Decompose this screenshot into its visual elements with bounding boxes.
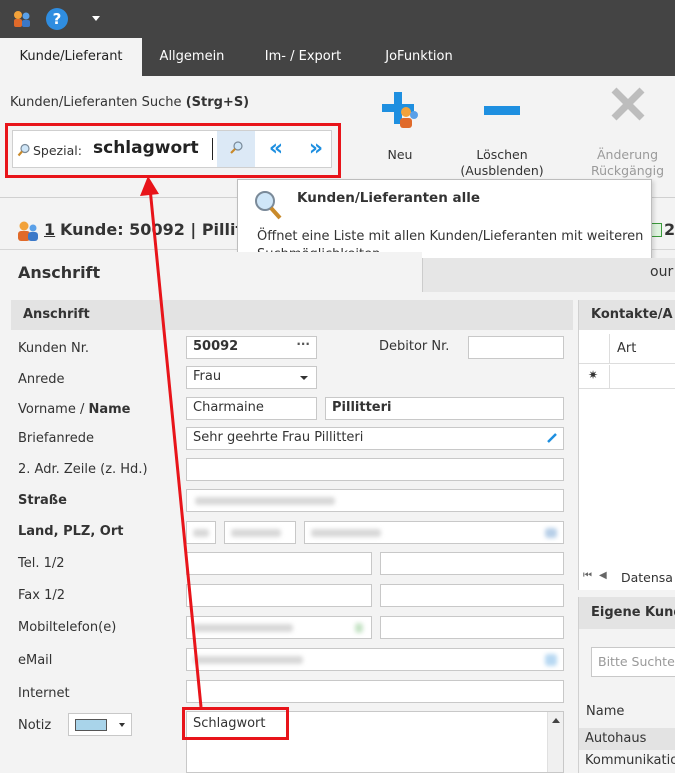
debitor-field[interactable] xyxy=(468,336,564,359)
letter-label: Briefanrede xyxy=(18,431,94,446)
country-field[interactable] xyxy=(186,521,216,544)
delete-label: Löschen (Ausblenden) xyxy=(460,147,544,178)
undo-button[interactable]: Änderung Rückgängig xyxy=(580,84,675,184)
note-color-swatch xyxy=(75,719,107,731)
section-tab-right[interactable]: our xyxy=(422,258,675,292)
group-title-anschrift: Anschrift xyxy=(11,300,573,330)
new-button[interactable]: Neu xyxy=(372,84,428,174)
section-title: Anschrift xyxy=(18,263,101,282)
name-label: Vorname / Name xyxy=(18,402,131,417)
ribbon-tabs: Kunde/Lieferant Allgemein Im- / Export J… xyxy=(0,38,675,76)
add-user-icon xyxy=(382,92,418,128)
col-art[interactable]: Art xyxy=(617,341,636,356)
own-col-name[interactable]: Name xyxy=(586,704,624,719)
fax1-field[interactable] xyxy=(186,584,372,607)
email-field[interactable] xyxy=(186,648,564,671)
section-tab-right-text: our xyxy=(650,264,674,280)
note-highlight-box xyxy=(182,707,289,740)
prev-record-icon[interactable]: ◀ xyxy=(599,570,607,581)
note-label: Notiz xyxy=(18,718,52,733)
zip-field[interactable] xyxy=(224,521,296,544)
salutation-select[interactable]: Frau xyxy=(186,366,317,389)
search-title: Kunden/Lieferanten Suche (Strg+S) xyxy=(10,95,250,110)
record-index[interactable]: 1 xyxy=(44,220,55,239)
tab-import-export[interactable]: Im- / Export xyxy=(242,38,364,76)
undo-label: Änderung Rückgängig xyxy=(590,147,665,178)
letter-value: Sehr geehrte Frau Pillitteri xyxy=(193,430,364,445)
street-field[interactable] xyxy=(186,489,564,512)
fax2-field[interactable] xyxy=(380,584,564,607)
cancel-x-icon xyxy=(611,87,645,121)
magnifier-icon xyxy=(255,191,282,220)
last-name-field[interactable]: Pillitteri xyxy=(325,397,564,420)
own-row-2-text: Kommunikatio xyxy=(585,753,675,768)
app-users-icon[interactable] xyxy=(12,9,32,29)
chevron-down-icon xyxy=(119,723,125,727)
tooltip-title: Kunden/Lieferanten alle xyxy=(297,190,481,206)
title-bar: ? xyxy=(0,0,675,38)
fax-label: Fax 1/2 xyxy=(18,588,65,603)
first-name-field[interactable]: Charmaine xyxy=(186,397,317,420)
scroll-up-icon[interactable] xyxy=(552,718,560,723)
salutation-value: Frau xyxy=(193,369,222,384)
tel1-field[interactable] xyxy=(186,552,372,575)
customer-no-value: 50092 xyxy=(193,339,239,354)
chevron-down-icon xyxy=(300,376,308,380)
mobile-label: Mobiltelefon(e) xyxy=(18,620,117,635)
record-title: Kunde: 50092 | Pillitt xyxy=(60,220,251,239)
email-label: eMail xyxy=(18,653,53,668)
mobile2-field[interactable] xyxy=(380,616,564,639)
scrollbar[interactable] xyxy=(547,712,563,772)
letter-field[interactable]: Sehr geehrte Frau Pillitteri xyxy=(186,427,564,450)
minus-icon xyxy=(484,106,520,115)
customer-no-field[interactable]: 50092 ··· xyxy=(186,336,317,359)
addr2-field[interactable] xyxy=(186,458,564,481)
note-color-picker[interactable] xyxy=(68,713,132,736)
contacts-header-row: Art xyxy=(579,334,675,364)
new-label: Neu xyxy=(387,147,413,162)
own-panel: Eigene Kund Bitte Suchte Name Autohaus K… xyxy=(578,597,675,773)
contacts-title: Kontakte/A xyxy=(579,300,675,330)
contacts-navigator: ⏮ ◀ Datensa xyxy=(579,568,675,588)
pencil-icon[interactable] xyxy=(546,432,558,444)
right-tab-number[interactable]: 2 xyxy=(664,220,675,239)
city-field[interactable] xyxy=(304,521,564,544)
tab-jofunktion[interactable]: JoFunktion xyxy=(364,38,474,76)
debitor-label: Debitor Nr. xyxy=(379,339,450,354)
mobile1-field[interactable] xyxy=(186,616,372,639)
tab-kunde-lieferant[interactable]: Kunde/Lieferant xyxy=(0,38,142,76)
quick-access-dropdown-icon[interactable] xyxy=(92,16,100,21)
ellipsis-icon[interactable]: ··· xyxy=(296,334,310,354)
tab-allgemein[interactable]: Allgemein xyxy=(142,38,242,76)
own-search-input[interactable]: Bitte Suchte xyxy=(591,647,675,677)
navigator-text: Datensa xyxy=(621,570,673,585)
tel2-field[interactable] xyxy=(380,552,564,575)
contacts-panel: Kontakte/A Art ✷ ⏮ ◀ Datensa xyxy=(578,300,675,590)
delete-button[interactable]: Löschen (Ausblenden) xyxy=(452,84,552,184)
salutation-label: Anrede xyxy=(18,372,65,387)
addr2-label: 2. Adr. Zeile (z. Hd.) xyxy=(18,462,148,477)
own-row-1[interactable]: Autohaus xyxy=(579,728,675,750)
own-title: Eigene Kund xyxy=(579,597,675,629)
new-row-marker: ✷ xyxy=(588,368,599,382)
customer-no-label: Kunden Nr. xyxy=(18,341,89,356)
country-label: Land, PLZ, Ort xyxy=(18,524,124,539)
first-record-icon[interactable]: ⏮ xyxy=(583,570,592,581)
internet-label: Internet xyxy=(18,686,70,701)
contacts-new-row[interactable]: ✷ xyxy=(579,365,675,389)
help-icon[interactable]: ? xyxy=(46,8,68,30)
internet-field[interactable] xyxy=(186,680,564,703)
customer-icon xyxy=(18,221,38,241)
search-highlight-box xyxy=(5,123,341,178)
own-row-2[interactable]: Kommunikatio xyxy=(579,750,675,772)
own-row-1-text: Autohaus xyxy=(585,731,647,746)
section-tab-anschrift[interactable]: Anschrift xyxy=(0,252,422,292)
tel-label: Tel. 1/2 xyxy=(18,556,65,571)
street-label: Straße xyxy=(18,493,67,508)
